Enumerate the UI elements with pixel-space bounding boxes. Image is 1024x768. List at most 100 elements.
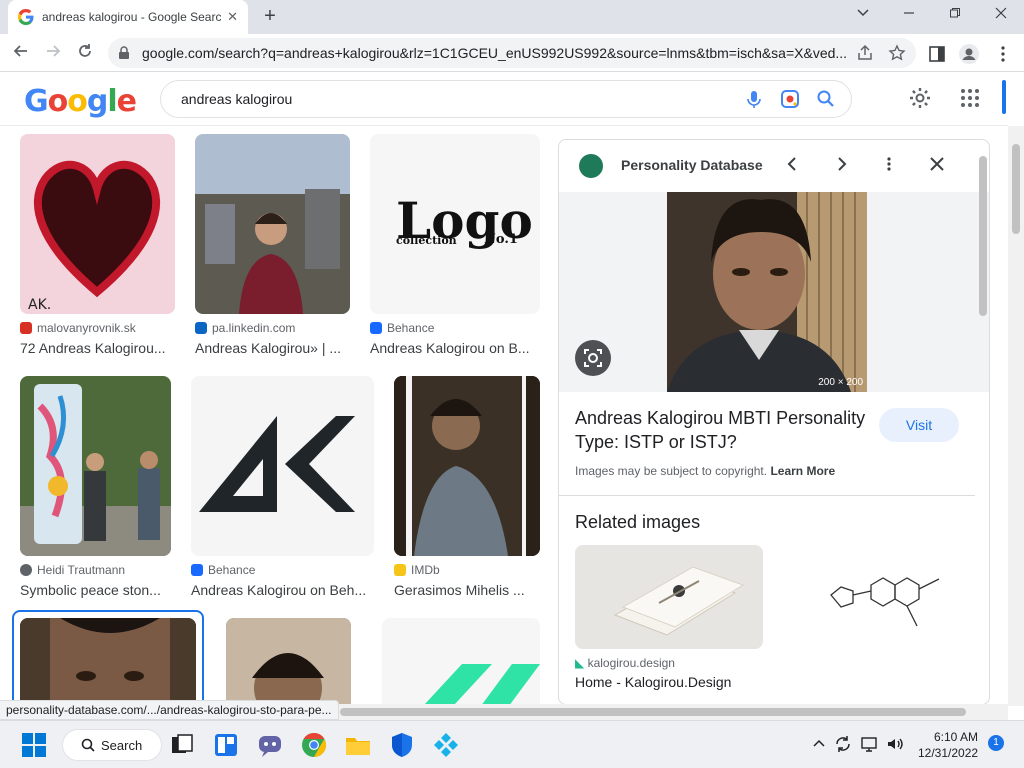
close-icon bbox=[930, 157, 944, 171]
tab-close-icon[interactable]: ✕ bbox=[227, 9, 238, 25]
logo-letter: g bbox=[86, 84, 109, 119]
google-lens-icon[interactable] bbox=[779, 88, 801, 110]
minimize-button[interactable] bbox=[894, 4, 924, 26]
chrome-icon[interactable] bbox=[300, 731, 328, 759]
close-preview-button[interactable] bbox=[925, 154, 949, 178]
result-thumbnail[interactable] bbox=[382, 618, 540, 707]
forward-arrow-icon bbox=[47, 45, 61, 57]
related-image[interactable] bbox=[575, 545, 763, 649]
network-icon[interactable] bbox=[860, 735, 878, 753]
divider bbox=[559, 495, 975, 496]
previous-image-button[interactable] bbox=[781, 154, 805, 178]
preview-site-name[interactable]: Personality Database bbox=[621, 157, 763, 173]
related-source: ◣ kalogirou.design bbox=[575, 656, 675, 670]
preview-image-area: 200 × 200 bbox=[559, 192, 989, 392]
security-shield-icon[interactable] bbox=[388, 731, 416, 759]
search-icon[interactable] bbox=[815, 88, 837, 110]
page-vertical-scrollbar[interactable] bbox=[1008, 126, 1024, 706]
logo-letter: o bbox=[47, 84, 69, 119]
preview-title[interactable]: Andreas Kalogirou MBTI Personality Type:… bbox=[575, 406, 875, 454]
logo-collection-number: No.1 bbox=[484, 232, 518, 247]
result-thumbnail[interactable] bbox=[20, 618, 196, 707]
result-thumbnail[interactable]: Logo collection No.1 bbox=[370, 134, 540, 314]
new-tab-button[interactable]: + bbox=[258, 6, 282, 28]
learn-more-link[interactable]: Learn More bbox=[770, 464, 835, 478]
related-title[interactable]: Home - Kalogirou.Design bbox=[575, 674, 731, 690]
preview-image[interactable]: 200 × 200 bbox=[667, 192, 867, 392]
kebab-menu-icon bbox=[887, 157, 891, 171]
man-portrait-image bbox=[226, 618, 351, 707]
logo-collection-subtext: collection bbox=[396, 234, 457, 247]
sync-icon[interactable] bbox=[834, 735, 852, 753]
browser-menu-icon[interactable] bbox=[992, 43, 1014, 65]
teams-chat-icon[interactable] bbox=[256, 731, 284, 759]
tab-active[interactable]: andreas kalogirou - Google Search ✕ bbox=[8, 0, 248, 34]
file-explorer-icon[interactable] bbox=[344, 731, 372, 759]
chevron-right-icon bbox=[838, 157, 847, 171]
more-options-button[interactable] bbox=[877, 154, 901, 178]
kodi-app-icon[interactable] bbox=[432, 731, 460, 759]
related-image[interactable] bbox=[771, 545, 959, 649]
windows-start-icon[interactable] bbox=[20, 731, 48, 759]
page-vertical-scrollbar-thumb[interactable] bbox=[1012, 144, 1020, 234]
man-portrait-image bbox=[20, 618, 196, 707]
restore-button[interactable] bbox=[940, 4, 970, 26]
link-status-bar: personality-database.com/.../andreas-kal… bbox=[0, 700, 339, 720]
result-title[interactable]: Andreas Kalogirou on Beh... bbox=[191, 582, 371, 598]
visit-button[interactable]: Visit bbox=[879, 408, 959, 442]
result-thumbnail[interactable] bbox=[195, 134, 350, 314]
result-title[interactable]: Symbolic peace ston... bbox=[20, 582, 171, 598]
next-image-button[interactable] bbox=[829, 154, 853, 178]
tab-search-chevron-icon[interactable] bbox=[848, 4, 878, 26]
settings-gear-icon[interactable] bbox=[908, 86, 932, 110]
address-bar[interactable]: google.com/search?q=andreas+kalogirou&rl… bbox=[108, 38, 916, 68]
reload-icon bbox=[79, 44, 91, 57]
url-text[interactable]: google.com/search?q=andreas+kalogirou&rl… bbox=[142, 45, 906, 61]
lock-icon[interactable] bbox=[118, 46, 130, 60]
result-source: malovanyrovnik.sk bbox=[37, 321, 136, 335]
taskbar-search[interactable]: Search bbox=[62, 729, 162, 761]
result-thumbnail[interactable] bbox=[20, 376, 171, 556]
profile-avatar-icon[interactable] bbox=[958, 43, 980, 65]
microphone-icon[interactable] bbox=[743, 88, 765, 110]
bookmark-star-icon[interactable] bbox=[888, 44, 906, 62]
result-thumbnail[interactable]: AK. bbox=[20, 134, 175, 314]
back-button[interactable] bbox=[8, 40, 34, 66]
reload-button[interactable] bbox=[72, 40, 98, 66]
result-thumbnail[interactable] bbox=[191, 376, 374, 556]
browser-toolbar: google.com/search?q=andreas+kalogirou&rl… bbox=[0, 34, 1024, 72]
search-box[interactable]: andreas kalogirou bbox=[160, 80, 852, 118]
google-doodle-logo[interactable]: Google bbox=[24, 84, 137, 119]
page-horizontal-scrollbar-thumb[interactable] bbox=[340, 708, 966, 716]
google-favicon-icon bbox=[18, 9, 34, 25]
search-query[interactable]: andreas kalogirou bbox=[181, 91, 743, 107]
ak-monogram-logo bbox=[199, 416, 355, 512]
search-icon bbox=[81, 738, 95, 752]
panel-scrollbar-thumb[interactable] bbox=[979, 156, 987, 316]
behance-icon bbox=[191, 564, 203, 576]
side-panel-icon[interactable] bbox=[926, 43, 948, 65]
show-hidden-icons-chevron-icon[interactable] bbox=[810, 735, 828, 753]
preview-header: Personality Database bbox=[559, 140, 989, 192]
result-title[interactable]: Gerasimos Mihelis ... bbox=[394, 582, 540, 598]
result-thumbnail[interactable] bbox=[226, 618, 351, 707]
close-window-button[interactable] bbox=[986, 4, 1016, 26]
result-title[interactable]: Andreas Kalogirou on B... bbox=[370, 340, 535, 356]
result-title[interactable]: Andreas Kalogirou» | ... bbox=[195, 340, 350, 356]
google-apps-icon[interactable] bbox=[958, 86, 982, 110]
globe-icon bbox=[20, 564, 32, 576]
notification-badge[interactable]: 1 bbox=[988, 735, 1004, 751]
forward-button[interactable] bbox=[40, 40, 66, 66]
result-title[interactable]: 72 Andreas Kalogirou... bbox=[20, 340, 175, 356]
task-view-icon[interactable] bbox=[168, 731, 196, 759]
result-source: IMDb bbox=[411, 563, 440, 577]
logo-letter: o bbox=[67, 84, 88, 119]
share-icon[interactable] bbox=[856, 44, 874, 62]
image-preview-panel: Personality Database 200 × 200 Andreas K… bbox=[558, 139, 990, 705]
result-thumbnail[interactable] bbox=[394, 376, 540, 556]
system-clock[interactable]: 6:10 AM 12/31/2022 bbox=[918, 729, 978, 761]
search-inside-image-button[interactable] bbox=[575, 340, 611, 376]
panel-scrollbar[interactable] bbox=[977, 150, 987, 700]
volume-icon[interactable] bbox=[886, 735, 904, 753]
widgets-icon[interactable] bbox=[212, 731, 240, 759]
